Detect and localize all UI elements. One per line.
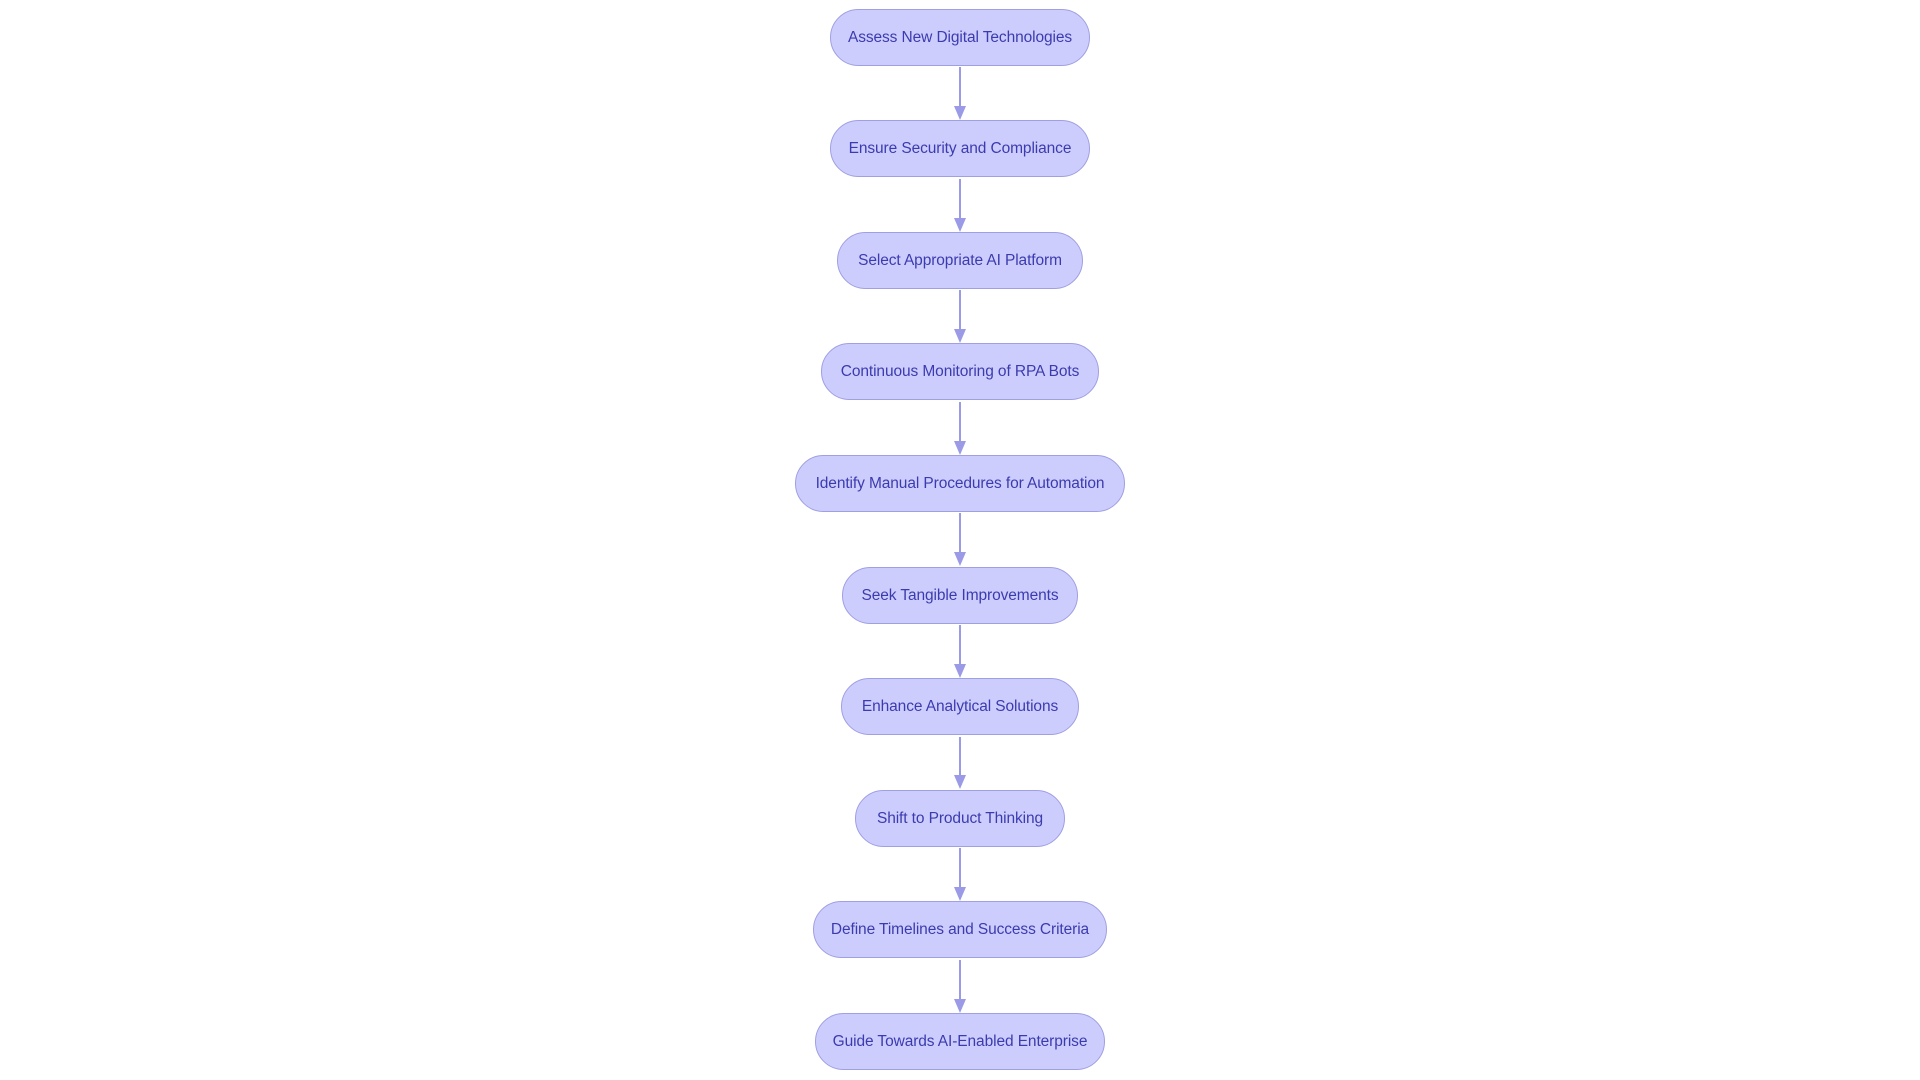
arrowhead-icon [954,106,966,120]
node-select-appropriate-ai-platform[interactable]: Select Appropriate AI Platform [837,232,1083,289]
node-seek-tangible-improvements[interactable]: Seek Tangible Improvements [842,567,1078,624]
arrowhead-icon [954,218,966,232]
node-continuous-monitoring-of-rpa-bots[interactable]: Continuous Monitoring of RPA Bots [821,343,1099,400]
edge-line [959,402,961,442]
edge-line [959,960,961,1000]
node-label: Seek Tangible Improvements [861,586,1059,604]
edge-line [959,290,961,330]
edge-line [959,625,961,665]
edge-line [959,513,961,553]
edge-line [959,737,961,777]
node-label: Ensure Security and Compliance [848,139,1072,157]
node-define-timelines-and-success-criteria[interactable]: Define Timelines and Success Criteria [813,901,1107,958]
arrowhead-icon [954,664,966,678]
node-label: Continuous Monitoring of RPA Bots [840,362,1080,380]
node-shift-to-product-thinking[interactable]: Shift to Product Thinking [855,790,1065,847]
arrowhead-icon [954,441,966,455]
arrowhead-icon [954,887,966,901]
arrowhead-icon [954,999,966,1013]
node-identify-manual-procedures-for-automation[interactable]: Identify Manual Procedures for Automatio… [795,455,1125,512]
edge-line [959,179,961,219]
node-ensure-security-and-compliance[interactable]: Ensure Security and Compliance [830,120,1090,177]
arrowhead-icon [954,775,966,789]
node-label: Define Timelines and Success Criteria [830,920,1090,938]
node-label: Shift to Product Thinking [876,809,1044,827]
node-label: Assess New Digital Technologies [847,28,1073,46]
flowchart: Assess New Digital Technologies Ensure S… [0,0,1920,1080]
edge-line [959,848,961,888]
arrowhead-icon [954,552,966,566]
node-assess-new-digital-technologies[interactable]: Assess New Digital Technologies [830,9,1090,66]
node-guide-towards-ai-enabled-enterprise[interactable]: Guide Towards AI-Enabled Enterprise [815,1013,1105,1070]
node-label: Enhance Analytical Solutions [861,697,1059,715]
arrowhead-icon [954,329,966,343]
edge-line [959,67,961,107]
node-label: Select Appropriate AI Platform [858,251,1062,269]
node-label: Identify Manual Procedures for Automatio… [815,474,1105,492]
node-enhance-analytical-solutions[interactable]: Enhance Analytical Solutions [841,678,1079,735]
node-label: Guide Towards AI-Enabled Enterprise [832,1032,1088,1050]
